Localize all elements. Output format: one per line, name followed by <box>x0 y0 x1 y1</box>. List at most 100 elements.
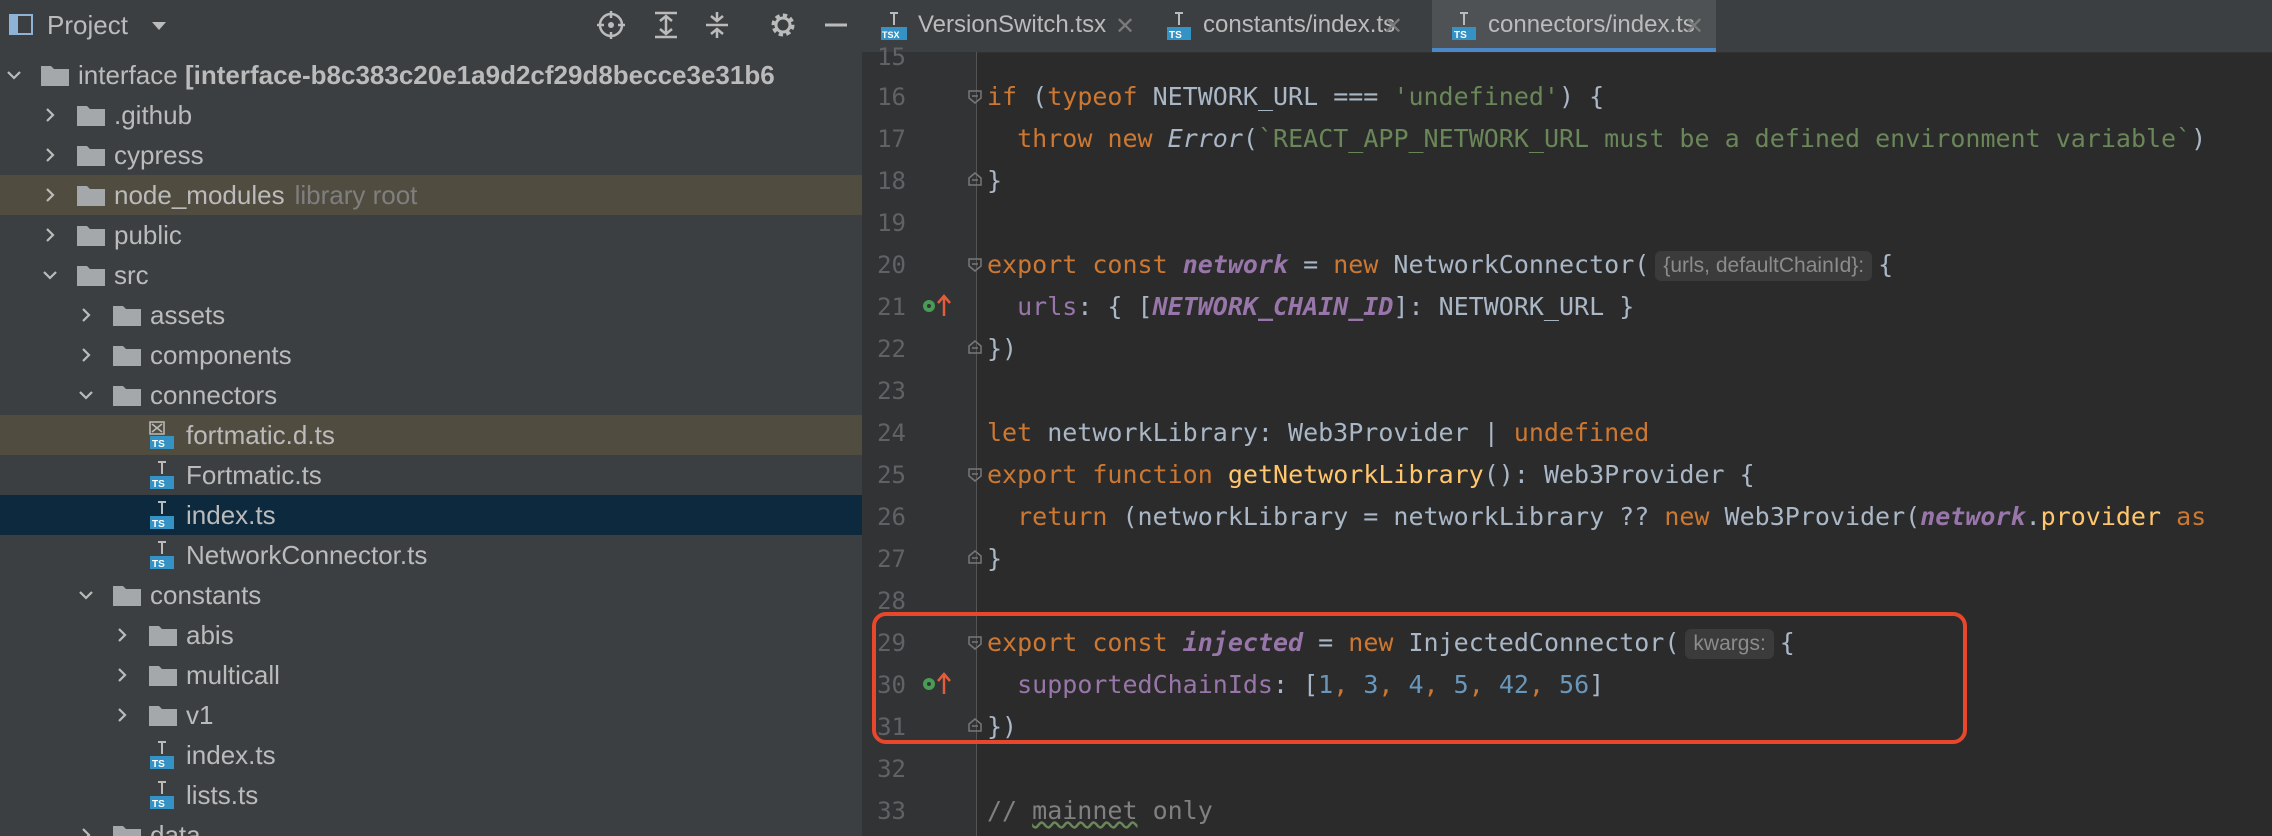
chevron-right-icon[interactable] <box>114 667 130 683</box>
code-line-20[interactable]: export const network = new NetworkConnec… <box>987 245 2272 285</box>
tree-row-node-modules[interactable]: node_modules library root <box>0 175 862 215</box>
folder-icon <box>113 826 141 836</box>
line-number: 17 <box>877 125 906 153</box>
code-line-22[interactable]: }) <box>987 329 2272 369</box>
expand-all-icon[interactable] <box>651 10 681 40</box>
tree-row-constants[interactable]: constants <box>0 575 862 615</box>
line-number: 26 <box>877 503 906 531</box>
token: NETWORK_URL === <box>1137 82 1394 111</box>
folder-icon <box>149 666 177 686</box>
line-number: 16 <box>877 83 906 111</box>
tree-row-data[interactable]: data <box>0 815 862 836</box>
tree-row-cypress[interactable]: cypress <box>0 135 862 175</box>
tree-row-fortmatic-ts[interactable]: TS Fortmatic.ts <box>0 455 862 495</box>
fold-close-icon[interactable] <box>967 549 983 565</box>
token: . <box>2025 502 2041 531</box>
project-panel-header: Project <box>0 0 862 50</box>
line-number: 18 <box>877 167 906 195</box>
code-line-18[interactable]: } <box>987 161 2272 201</box>
tree-row-assets[interactable]: assets <box>0 295 862 335</box>
dropdown-caret-icon[interactable] <box>149 16 169 36</box>
tree-row-root[interactable]: interface [interface-b8c383c20e1a9d2cf29… <box>0 55 862 95</box>
fold-open-icon[interactable] <box>967 257 983 273</box>
tree-item-label: index.ts <box>186 740 276 770</box>
folder-icon <box>77 106 105 126</box>
tree-item-label: Fortmatic.ts <box>186 460 322 490</box>
code-line-26[interactable]: return (networkLibrary = networkLibrary … <box>987 497 2272 537</box>
tree-row-lists-ts[interactable]: TS lists.ts <box>0 775 862 815</box>
tree-row-constants-index-ts[interactable]: TS index.ts <box>0 735 862 775</box>
tab-connectors-index-ts-active[interactable]: TS connectors/index.ts ✕ <box>1432 0 1716 52</box>
ts-file-icon: TS <box>150 741 174 770</box>
tree-row-abis[interactable]: abis <box>0 615 862 655</box>
token: ( <box>1017 82 1048 111</box>
chevron-right-icon[interactable] <box>114 707 130 723</box>
tree-row-connectors[interactable]: connectors <box>0 375 862 415</box>
tree-row-components[interactable]: components <box>0 335 862 375</box>
code-line-16[interactable]: if (typeof NETWORK_URL === 'undefined') … <box>987 77 2272 117</box>
settings-gear-icon[interactable] <box>768 10 798 40</box>
hide-minus-icon[interactable] <box>821 10 851 40</box>
token: network <box>1920 502 2026 531</box>
project-panel: Project interface [interface-b8c383c20e1… <box>0 0 862 836</box>
chevron-right-icon[interactable] <box>114 627 130 643</box>
chevron-down-icon[interactable] <box>78 587 94 603</box>
token: { <box>1878 250 1894 279</box>
tree-row-fortmatic-d-ts[interactable]: TS fortmatic.d.ts <box>0 415 862 455</box>
fold-close-icon[interactable] <box>967 339 983 355</box>
chevron-right-icon[interactable] <box>78 307 94 323</box>
fold-open-icon[interactable] <box>967 89 983 105</box>
parameter-hint: {urls, defaultChainId}: <box>1655 251 1873 281</box>
fold-open-icon[interactable] <box>967 467 983 483</box>
tree-row-v1[interactable]: v1 <box>0 695 862 735</box>
ts-file-icon: TS <box>150 461 174 490</box>
tree-row-src[interactable]: src <box>0 255 862 295</box>
code-line-17[interactable]: throw new Error(`REACT_APP_NETWORK_URL m… <box>987 119 2272 159</box>
chevron-down-icon[interactable] <box>42 267 58 283</box>
line-number: 19 <box>877 209 906 237</box>
chevron-down-icon[interactable] <box>78 387 94 403</box>
tree-row-index-ts-selected[interactable]: TS index.ts <box>0 495 862 535</box>
code-line-21[interactable]: urls: { [NETWORK_CHAIN_ID]: NETWORK_URL … <box>987 287 2272 327</box>
close-icon[interactable]: ✕ <box>1115 12 1135 42</box>
tree-row-multicall[interactable]: multicall <box>0 655 862 695</box>
token: new <box>1664 502 1710 531</box>
token: (): Web3Provider { <box>1483 460 1755 489</box>
tree-row-networkconnector-ts[interactable]: TS NetworkConnector.ts <box>0 535 862 575</box>
library-root-hint: library root <box>294 180 418 210</box>
code-line-27[interactable]: } <box>987 539 2272 579</box>
fold-close-icon[interactable] <box>967 171 983 187</box>
tree-row-github[interactable]: .github <box>0 95 862 135</box>
code-line-24[interactable]: let networkLibrary: Web3Provider | undef… <box>987 413 2272 453</box>
token: new <box>1333 250 1379 279</box>
chevron-down-icon[interactable] <box>6 67 22 83</box>
chevron-right-icon[interactable] <box>42 227 58 243</box>
svg-text:TS: TS <box>152 439 165 450</box>
token: NETWORK_CHAIN_ID <box>1152 292 1394 321</box>
tree-row-public[interactable]: public <box>0 215 862 255</box>
project-window-icon[interactable] <box>9 14 33 35</box>
close-icon[interactable]: ✕ <box>1383 12 1403 42</box>
chevron-right-icon[interactable] <box>42 147 58 163</box>
code-line-25[interactable]: export function getNetworkLibrary(): Web… <box>987 455 2272 495</box>
tree-item-label: connectors <box>150 380 278 410</box>
chevron-right-icon[interactable] <box>42 107 58 123</box>
chevron-right-icon[interactable] <box>78 827 94 836</box>
close-icon[interactable]: ✕ <box>1684 12 1704 42</box>
chevron-right-icon[interactable] <box>42 187 58 203</box>
project-panel-title[interactable]: Project <box>47 9 128 41</box>
token: urls <box>1017 292 1078 321</box>
collapse-all-icon[interactable] <box>702 10 732 40</box>
chevron-right-icon[interactable] <box>78 347 94 363</box>
ts-declaration-file-icon: TS <box>149 421 174 450</box>
tab-constants-index-ts[interactable]: TS constants/index.ts ✕ <box>1147 0 1415 52</box>
token: Error <box>1167 124 1243 153</box>
code-line-33[interactable]: // mainnet only <box>987 791 2272 831</box>
editor-tab-bar: TSX VersionSwitch.tsx ✕ TS constants/ind… <box>862 0 2272 53</box>
locate-icon[interactable] <box>596 10 626 40</box>
implements-up-arrow-icon[interactable] <box>920 292 956 320</box>
token: ( <box>1242 124 1258 153</box>
